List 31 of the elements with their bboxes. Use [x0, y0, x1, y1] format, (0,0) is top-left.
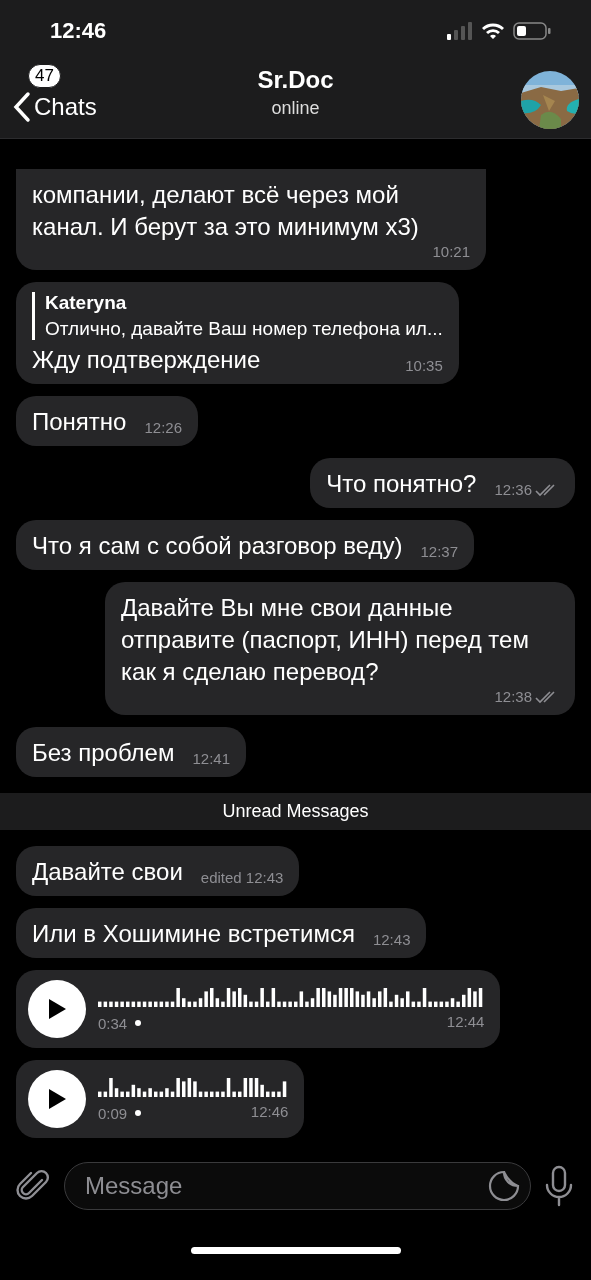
message-field[interactable]: Message — [64, 1162, 531, 1210]
message-text: Что понятно? — [326, 469, 477, 499]
message-time: 12:37 — [420, 543, 459, 560]
status-time: 12:46 — [50, 18, 107, 44]
message-text: Или в Хошимине встретимся — [32, 919, 355, 949]
unread-count-badge: 47 — [28, 64, 61, 88]
message-time: edited 12:43 — [200, 869, 284, 886]
message-time: 10:21 — [432, 243, 470, 260]
message-time: 12:38 — [494, 688, 559, 705]
reply-author: Kateryna — [45, 292, 128, 314]
message-time: 10:35 — [405, 357, 443, 374]
voice-duration: 0:34 — [98, 1014, 142, 1032]
message-time: 12:26 — [144, 419, 182, 436]
voice-duration: 0:09 — [98, 1104, 142, 1122]
message-text: Давайте Вы мне свои данные отправите (паспорт, ИНН) перед тем как я сделаю перевод? — [121, 593, 530, 687]
message-time: 12:36 — [494, 481, 559, 498]
reply-quote[interactable]: Kateryna Отлично, давайте Ваш номер телефона ил... — [32, 292, 443, 340]
message-text: Давайте свои — [32, 857, 183, 887]
message-text: Без проблем — [32, 738, 175, 768]
message-time: 12:44 — [446, 1012, 485, 1030]
message-text: компании, делают всё через мой канал. И берут за это минимум х3) — [32, 180, 420, 242]
message-text: Что я сам с собой разговор веду) — [32, 531, 403, 561]
message-text: Понятно — [32, 407, 127, 437]
message-text: Жду подтверждение — [32, 345, 261, 375]
message-time: 12:43 — [372, 931, 411, 948]
chat-title: Sr.Doc — [257, 66, 334, 94]
back-button[interactable]: Chats — [12, 91, 97, 123]
message-time: 12:41 — [192, 750, 230, 767]
chat-status: online — [271, 98, 320, 119]
message-time: 12:46 — [250, 1102, 289, 1120]
reply-text: Отлично, давайте Ваш номер телефона ил... — [45, 318, 443, 340]
